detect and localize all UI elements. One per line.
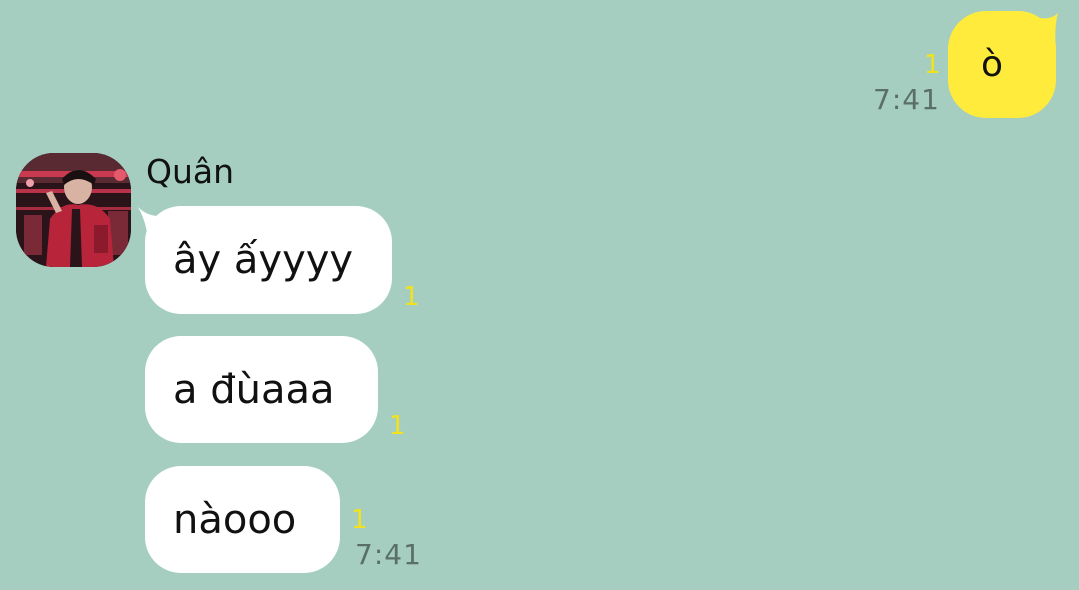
profile-photo-icon: [16, 153, 131, 267]
sender-name: Quân: [146, 152, 235, 191]
unread-count: 1: [924, 50, 941, 80]
chat-area[interactable]: ò 1 7:41 Quân ây ấyyyy 1 a đùaaa 1 nàooo…: [0, 0, 1079, 590]
outgoing-message-text: ò: [980, 44, 1004, 85]
message-text: a đùaaa: [173, 366, 335, 413]
incoming-message-bubble[interactable]: ây ấyyyy: [145, 206, 392, 314]
avatar[interactable]: [16, 153, 131, 267]
message-text: ây ấyyyy: [173, 237, 354, 283]
bubble-tail-icon: [1036, 13, 1058, 51]
unread-count: 1: [351, 505, 368, 535]
incoming-message-bubble[interactable]: nàooo: [145, 466, 340, 573]
message-timestamp: 7:41: [873, 83, 940, 116]
unread-count: 1: [403, 282, 420, 312]
message-timestamp: 7:41: [355, 538, 422, 571]
incoming-message-bubble[interactable]: a đùaaa: [145, 336, 378, 443]
unread-count: 1: [389, 411, 406, 441]
message-text: nàooo: [173, 496, 297, 543]
